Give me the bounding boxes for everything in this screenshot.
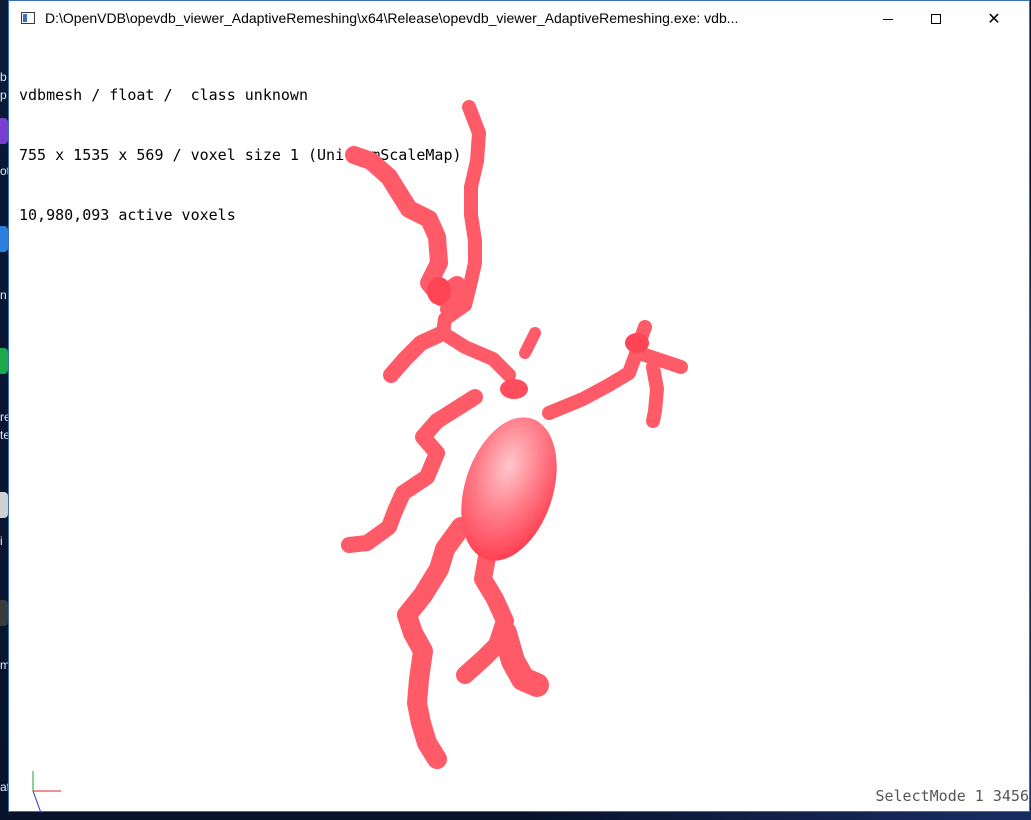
neuron-mesh-render[interactable] [9, 37, 1029, 811]
title-bar[interactable]: D:\OpenVDB\opevdb_viewer_AdaptiveRemeshi… [9, 1, 1029, 37]
desktop-label: p [0, 88, 7, 102]
console-app-icon[interactable] [21, 12, 35, 24]
maximize-icon [931, 14, 941, 24]
desktop-app-icon[interactable] [0, 226, 8, 252]
render-viewport[interactable]: vdbmesh / float / class unknown 755 x 15… [9, 37, 1029, 814]
orientation-axes [32, 771, 61, 814]
window-title: D:\OpenVDB\opevdb_viewer_AdaptiveRemeshi… [45, 10, 739, 26]
desktop-label: i [0, 534, 3, 548]
minimize-icon [883, 18, 893, 20]
z-axis-line [32, 790, 42, 814]
select-mode-status: SelectMode 1 3456 [875, 787, 1029, 805]
close-button[interactable]: ✕ [971, 1, 1017, 37]
desktop-app-icon[interactable] [0, 600, 8, 626]
desktop-label: n [0, 288, 7, 302]
desktop-app-icon[interactable] [0, 492, 8, 518]
close-icon: ✕ [987, 9, 1001, 28]
minimize-button[interactable] [865, 1, 911, 37]
neuron-soma [461, 417, 557, 561]
desktop-label: b [0, 70, 7, 84]
maximize-button[interactable] [913, 1, 959, 37]
viewer-window: D:\OpenVDB\opevdb_viewer_AdaptiveRemeshi… [8, 0, 1030, 814]
neuron-soma-neck [500, 379, 528, 399]
branch-node [427, 277, 451, 305]
branch-node [625, 333, 649, 353]
desktop-app-icon[interactable] [0, 118, 8, 144]
desktop-app-icon[interactable] [0, 348, 8, 374]
